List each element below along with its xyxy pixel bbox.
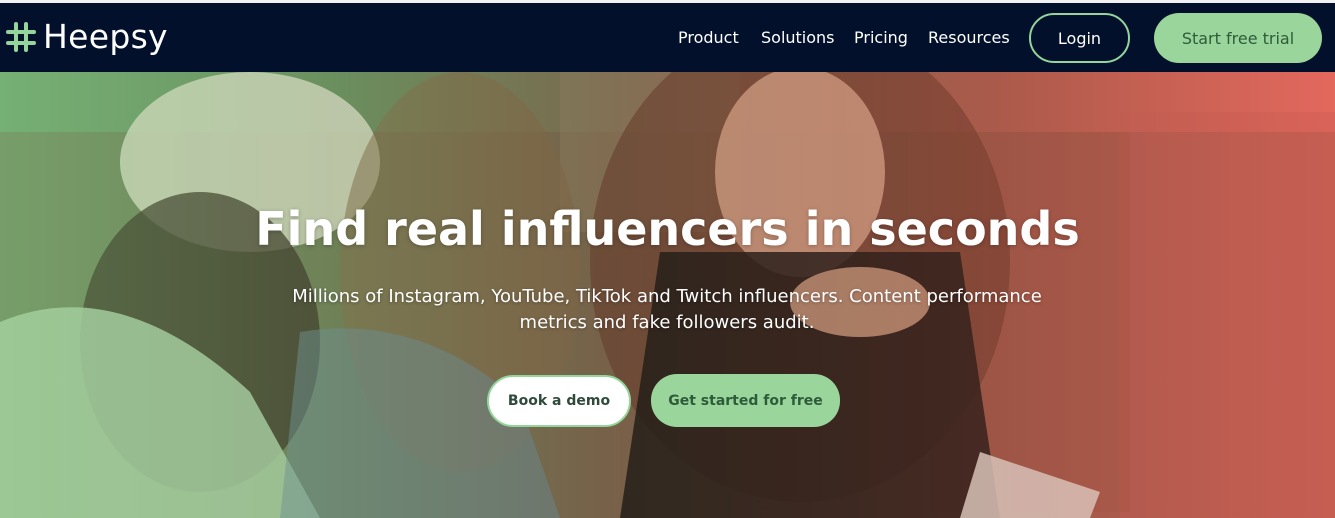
page: Heepsy Product Solutions Pricing Resourc… <box>0 0 1335 518</box>
nav-link-pricing[interactable]: Pricing <box>854 27 908 49</box>
nav-link-solutions[interactable]: Solutions <box>761 27 835 49</box>
book-demo-button[interactable]: Book a demo <box>487 375 631 427</box>
hero-section: Find real influencers in seconds Million… <box>0 72 1335 518</box>
nav-link-product[interactable]: Product <box>678 27 739 49</box>
top-navigation-bar: Heepsy Product Solutions Pricing Resourc… <box>0 3 1335 72</box>
main-menu: Product Solutions Pricing Resources <box>0 3 1335 72</box>
start-free-trial-button[interactable]: Start free trial <box>1154 13 1322 63</box>
nav-link-resources[interactable]: Resources <box>928 27 1010 49</box>
login-button[interactable]: Login <box>1029 13 1130 63</box>
get-started-free-button[interactable]: Get started for free <box>651 374 840 427</box>
hero-title: Find real influencers in seconds <box>255 202 1080 256</box>
hero-subtitle: Millions of Instagram, YouTube, TikTok a… <box>292 286 1042 333</box>
